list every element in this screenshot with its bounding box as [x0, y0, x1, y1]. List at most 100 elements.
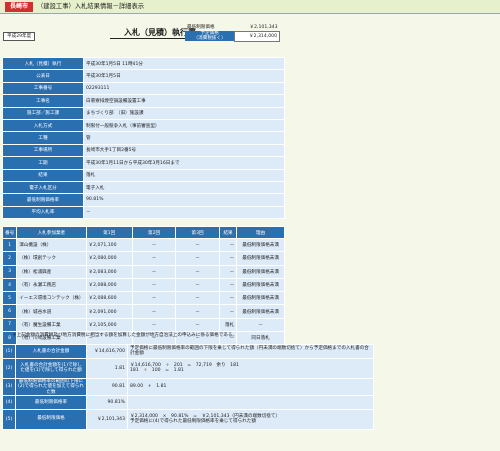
- detail-row: 工事名 白菊寮排煙空調設備設置工事: [3, 95, 284, 107]
- calc-label: 入札書の合計金額を(1)で除した値を(1)で除して得られた額: [16, 358, 86, 378]
- bid-round-2: －: [132, 239, 176, 252]
- table-row: 4 （有）永瀬工務店 ￥2,088,000 －－－最低制限価格未満: [3, 278, 284, 292]
- detail-value: －: [84, 206, 284, 219]
- detail-label: 工事名: [3, 95, 83, 107]
- bidder-name: （株）城谷水道: [17, 305, 86, 318]
- table-row: 6 （株）城谷水道 ￥2,091,000 －－－最低制限価格未満: [3, 305, 284, 318]
- detail-value: 平成30年1月5日 11時41分: [84, 58, 284, 70]
- calc-row: (1) 入札書の合計金額 ￥14,616,700 予定価格に最低制限価格率の範囲の下限…: [3, 345, 373, 358]
- bid-round-2: －: [132, 278, 176, 292]
- calc-label: 最低制限価格率: [16, 396, 86, 409]
- detail-row: 入札方式 制限付一般競争入札（事前審査型）: [3, 119, 284, 132]
- bid-number: 2: [3, 252, 17, 265]
- bid-round-1: ￥2,088,000: [86, 278, 132, 292]
- bid-number: 4: [3, 278, 17, 292]
- bid-result: －: [219, 252, 237, 265]
- bid-round-1: ￥2,088,600: [86, 292, 132, 305]
- bidder-name: （株）環創テック: [17, 252, 86, 265]
- detail-row: 最低制限価格率 90.81%: [3, 194, 284, 206]
- calc-number: (5): [3, 409, 15, 429]
- calc-value: 90.81: [87, 378, 127, 395]
- calc-number: (3): [3, 378, 15, 395]
- bid-round-2: －: [132, 318, 176, 332]
- detail-label: 入札方式: [3, 119, 83, 132]
- detail-row: 平均入札率－: [3, 206, 284, 219]
- detail-label: 入札（見積）執行: [3, 58, 83, 70]
- tax-note: ＊上記金額の消費税及び地方消費税に相当する額を加算した金額が地方自治法上の申込み…: [12, 333, 238, 338]
- detail-value: 平成30年1月5日: [84, 70, 284, 82]
- calc-label: 最低制限価格率の範囲の下限に(2)で得られた値を加えて得られた数: [16, 378, 86, 395]
- calc-number: (1): [3, 345, 15, 358]
- bid-column-header: 第1回: [86, 227, 132, 238]
- calc-row: (3) 最低制限価格率の範囲の下限に(2)で得られた値を加えて得られた数 90.81…: [3, 378, 373, 395]
- detail-value: 90.81%: [84, 194, 284, 206]
- bidder-name: （有）魔生設備工業: [17, 318, 86, 332]
- calc-label: 入札書の合計金額: [16, 345, 86, 358]
- table-row: 5 イーエス環境コンテック（株） ￥2,088,600 －－－最低制限価格未満: [3, 292, 284, 305]
- bid-round-2: －: [132, 292, 176, 305]
- detail-label: 結果: [3, 169, 83, 181]
- bidder-name: （有）永瀬工務店: [17, 278, 86, 292]
- detail-row: 結果 落札: [3, 169, 284, 181]
- bid-column-header: 理由: [237, 227, 284, 238]
- detail-row: 入札（見積）執行 平成30年1月5日 11時41分: [3, 58, 284, 70]
- calc-label: 最低制限価格: [16, 409, 86, 429]
- bid-round-1: ￥2,071,100: [86, 239, 132, 252]
- detail-row: 工種管: [3, 132, 284, 144]
- calc-row: (2) 入札書の合計金額を(1)で除した値を(1)で除して得られた額 1.81 ￥14…: [3, 358, 373, 378]
- detail-label: 工期: [3, 157, 83, 169]
- bidder-name: （株）松浦興産: [17, 265, 86, 278]
- detail-label: 平均入札率: [3, 206, 83, 219]
- detail-row: 工事場所 長崎市大手1丁目2番5号: [3, 144, 284, 157]
- bid-round-2: －: [132, 265, 176, 278]
- detail-table: 入札（見積）執行 平成30年1月5日 11時41分 公表日 平成30年1月5日 工事番号…: [2, 57, 285, 220]
- bid-round-3: －: [176, 239, 219, 252]
- detail-label: 最低制限価格率: [3, 194, 83, 206]
- bid-round-3: －: [176, 292, 219, 305]
- detail-row: 公表日 平成30年1月5日: [3, 70, 284, 82]
- detail-value: まちづくり部 （旧）施設課: [84, 107, 284, 119]
- detail-value: 平成30年1月11日から平成30年3月16日まで: [84, 157, 284, 169]
- calc-value: 90.81%: [87, 396, 127, 409]
- bid-reason: 最低制限価格未満: [237, 252, 284, 265]
- bid-reason: 最低制限価格未満: [237, 239, 284, 252]
- bidder-name: イーエス環境コンテック（株）: [17, 292, 86, 305]
- bid-round-3: －: [176, 278, 219, 292]
- bid-result: －: [219, 239, 237, 252]
- detail-label: 公表日: [3, 70, 83, 82]
- bid-number: 7: [3, 318, 17, 332]
- table-row: 1 澤山機設（株） ￥2,071,100 －－－最低制限価格未満: [3, 239, 284, 252]
- calc-description: 予定価格に最低制限価格率の範囲の下限を乗じて得られた額（円未満の端数切捨て）から…: [128, 345, 373, 358]
- fiscal-year-badge: 平成29年度: [3, 32, 36, 41]
- detail-value: 落札: [84, 169, 284, 181]
- planned-price-label-text: 予定価格 （消費税抜く）: [193, 31, 226, 41]
- bid-column-header: 入札参加業者: [17, 227, 86, 238]
- bid-number: 5: [3, 292, 17, 305]
- bid-reason: －: [237, 318, 284, 332]
- bid-result: －: [219, 305, 237, 318]
- bid-number: 6: [3, 305, 17, 318]
- bid-round-1: ￥2,091,000: [86, 305, 132, 318]
- calc-value: ￥2,101,343: [87, 409, 127, 429]
- detail-label: 施工部／施工課: [3, 107, 83, 119]
- calc-number: (4): [3, 396, 15, 409]
- detail-row: 電子入札区分 電子入札: [3, 181, 284, 194]
- page-header: 長崎市 （建設工事）入札結果情報－詳細表示: [0, 0, 500, 14]
- bid-round-2: －: [132, 252, 176, 265]
- detail-value: 制限付一般競争入札（事前審査型）: [84, 119, 284, 132]
- lowest-price-value: ￥2,101,343: [249, 24, 278, 30]
- table-row: 2 （株）環創テック ￥2,080,000 －－－最低制限価格未満: [3, 252, 284, 265]
- bid-round-1: ￥2,080,000: [86, 252, 132, 265]
- bid-round-3: －: [176, 252, 219, 265]
- bid-number: 3: [3, 265, 17, 278]
- lowest-price-label: 最低制限価格: [187, 25, 215, 30]
- calc-number: (2): [3, 358, 15, 378]
- bid-reason: 最低制限価格未満: [237, 265, 284, 278]
- detail-value: 02293111: [84, 82, 284, 95]
- detail-value: 電子入札: [84, 181, 284, 194]
- bid-column-header: 第2回: [132, 227, 176, 238]
- bid-reason: 同日落札: [237, 332, 284, 345]
- calc-row: (4) 最低制限価格率 90.81%: [3, 396, 373, 409]
- bid-reason: 最低制限価格未満: [237, 292, 284, 305]
- detail-value: 長崎市大手1丁目2番5号: [84, 144, 284, 157]
